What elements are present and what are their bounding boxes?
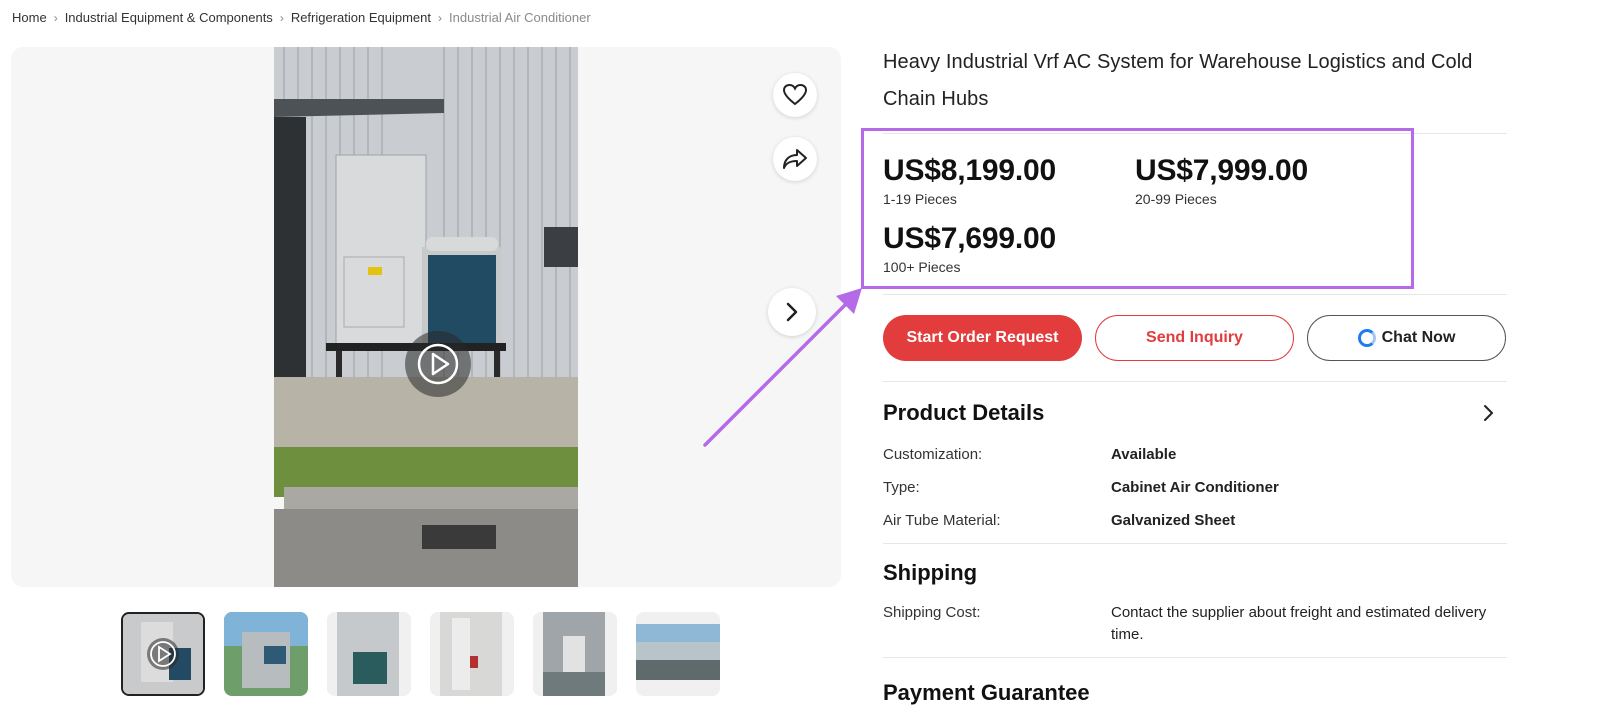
detail-value: Galvanized Sheet [1111, 512, 1236, 529]
start-order-request-button[interactable]: Start Order Request [883, 315, 1082, 361]
breadcrumb-home[interactable]: Home [12, 10, 47, 25]
detail-label: Type: [883, 479, 920, 496]
shipping-value: Contact the supplier about freight and e… [1111, 604, 1487, 643]
payment-guarantee-title: Payment Guarantee [883, 680, 1090, 705]
chevron-right-icon: › [438, 10, 443, 25]
price-amount: US$7,999.00 [1135, 154, 1308, 187]
next-image-button[interactable] [768, 288, 816, 336]
price-quantity: 20-99 Pieces [1135, 191, 1217, 207]
price-amount: US$8,199.00 [883, 154, 1056, 187]
price-tier: US$7,699.00 100+ Pieces [883, 222, 1056, 275]
chevron-right-icon: › [279, 10, 284, 25]
breadcrumb: Home › Industrial Equipment & Components… [12, 10, 591, 25]
detail-value: Cabinet Air Conditioner [1111, 479, 1279, 496]
shipping-row: Shipping Cost: Contact the supplier abou… [883, 602, 1507, 646]
play-video-button[interactable] [405, 331, 471, 397]
shipping-title: Shipping [883, 560, 978, 585]
thumbnail-video[interactable] [121, 612, 205, 696]
detail-row: Air Tube Material: Galvanized Sheet [883, 510, 1507, 532]
thumbnail-6[interactable] [636, 612, 720, 696]
share-button[interactable] [773, 137, 817, 181]
chat-now-label: Chat Now [1381, 329, 1456, 346]
price-amount: US$7,699.00 [883, 222, 1056, 255]
price-tier: US$8,199.00 1-19 Pieces [883, 154, 1056, 207]
action-buttons: Start Order Request Send Inquiry Chat No… [883, 295, 1507, 381]
thumbnail-2[interactable] [224, 612, 308, 696]
chevron-right-icon [786, 302, 798, 322]
thumbnail-3[interactable] [327, 612, 411, 696]
chat-now-button[interactable]: Chat Now [1307, 315, 1506, 361]
price-quantity: 100+ Pieces [883, 259, 961, 275]
product-title: Heavy Industrial Vrf AC System for Wareh… [883, 51, 1473, 110]
price-quantity: 1-19 Pieces [883, 191, 957, 207]
thumbnail-image [327, 612, 411, 696]
thumbnail-image [123, 614, 203, 694]
thumbnail-5[interactable] [533, 612, 617, 696]
chevron-right-icon [1484, 405, 1493, 421]
heart-icon [782, 83, 808, 106]
price-tier: US$7,999.00 20-99 Pieces [1135, 154, 1308, 207]
breadcrumb-refrigeration-equipment[interactable]: Refrigeration Equipment [291, 10, 431, 25]
product-details-title: Product Details [883, 400, 1045, 425]
breadcrumb-current: Industrial Air Conditioner [449, 10, 591, 25]
thumbnail-image [224, 612, 308, 696]
detail-label: Air Tube Material: [883, 512, 1001, 529]
price-tiers: US$8,199.00 1-19 Pieces US$7,999.00 20-9… [883, 134, 1507, 294]
share-icon [783, 149, 807, 169]
thumbnail-image [430, 612, 514, 696]
chat-icon [1357, 329, 1376, 347]
detail-row: Customization: Available [883, 444, 1507, 466]
play-icon [417, 343, 459, 385]
detail-row: Type: Cabinet Air Conditioner [883, 477, 1507, 499]
payment-guarantee-header: Payment Guarantee [883, 658, 1507, 724]
product-info: Heavy Industrial Vrf AC System for Wareh… [883, 44, 1507, 724]
chevron-right-icon: › [53, 10, 58, 25]
send-inquiry-button[interactable]: Send Inquiry [1095, 315, 1294, 361]
shipping-header: Shipping [883, 544, 1507, 602]
thumbnail-image [533, 612, 617, 696]
shipping-label: Shipping Cost: [883, 604, 981, 621]
detail-label: Customization: [883, 446, 983, 463]
product-details-header[interactable]: Product Details [883, 382, 1507, 444]
detail-value: Available [1111, 446, 1177, 463]
product-gallery [11, 47, 841, 587]
product-photo-illustration [274, 47, 578, 587]
thumbnail-4[interactable] [430, 612, 514, 696]
thumbnail-strip [121, 612, 720, 696]
breadcrumb-industrial-equipment[interactable]: Industrial Equipment & Components [65, 10, 273, 25]
favorite-button[interactable] [773, 73, 817, 117]
main-product-photo[interactable] [274, 47, 578, 587]
thumbnail-image [636, 612, 720, 696]
